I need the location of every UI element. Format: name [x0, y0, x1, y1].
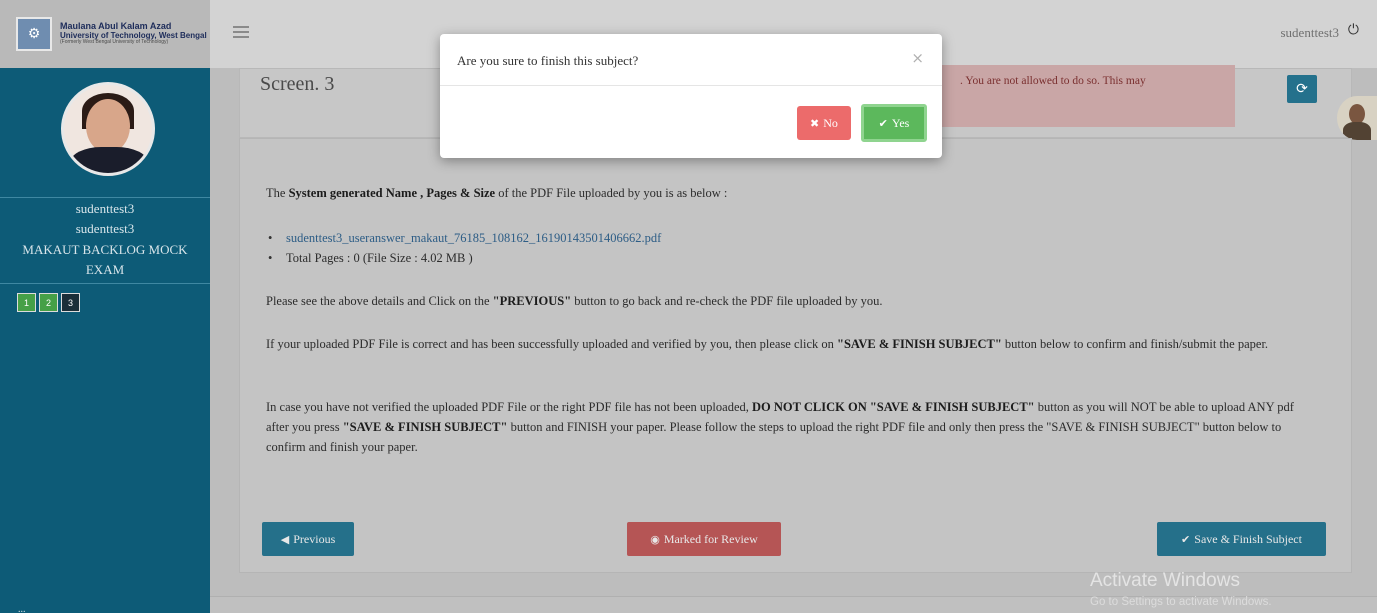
list-item: sudenttest3_useranswer_makaut_76185_1081… [266, 228, 1306, 248]
para3-bold: DO NOT CLICK ON "SAVE & FINISH SUBJECT" [752, 400, 1035, 414]
avatar [61, 82, 155, 176]
power-icon[interactable]: ⏻ [1348, 22, 1359, 38]
university-emblem-icon: ⚙ [16, 17, 52, 51]
refresh-button[interactable]: ⟳ [1287, 75, 1317, 103]
para1-text-end: button to go back and re-check the PDF f… [571, 294, 883, 308]
modal-title: Are you sure to finish this subject? [457, 53, 639, 68]
para3-bold-2: "SAVE & FINISH SUBJECT" [342, 420, 508, 434]
logo-text: Maulana Abul Kalam Azad University of Te… [60, 21, 207, 46]
x-icon: ✖ [810, 116, 820, 130]
list-item: Total Pages : 0 (File Size : 4.02 MB ) [266, 248, 1306, 268]
page-button-2[interactable]: 2 [39, 293, 58, 312]
windows-activation-title: Activate Windows [1090, 570, 1240, 591]
checkmark-icon: ✔ [878, 116, 888, 130]
logo-line-3: (Formerly West Bengal University of Tech… [60, 39, 169, 46]
previous-label: Previous [293, 531, 336, 546]
close-icon[interactable]: × [911, 49, 924, 67]
modal-header: Are you sure to finish this subject? × [440, 34, 942, 86]
screen-title: Screen. 3 [260, 73, 335, 95]
para2-text: If your uploaded PDF File is correct and… [266, 337, 838, 351]
warning-text: . You are not allowed to do so. This may [960, 75, 1146, 87]
student-name: sudenttest3 [75, 201, 135, 216]
instruction-paragraph-1: Please see the above details and Click o… [266, 291, 1306, 311]
divider [0, 197, 210, 198]
university-logo: ⚙ Maulana Abul Kalam Azad University of … [0, 0, 210, 68]
intro-suffix: of the PDF File uploaded by you is as be… [495, 186, 728, 200]
student-id: sudenttest3 [75, 221, 135, 236]
page-button-3[interactable]: 3 [61, 293, 80, 312]
content-panel: The System generated Name , Pages & Size… [239, 138, 1352, 573]
divider [0, 283, 210, 284]
arrow-left-circle-icon: ◀ [280, 532, 290, 546]
yes-button[interactable]: ✔ Yes [861, 104, 927, 142]
exam-name-line2: EXAM [85, 262, 125, 277]
no-button[interactable]: ✖ No [797, 106, 851, 140]
mark-review-label: Marked for Review [663, 531, 758, 546]
windows-activation-subtitle: Go to Settings to activate Windows. [1090, 596, 1272, 608]
page-button-1[interactable]: 1 [17, 293, 36, 312]
hamburger-icon[interactable] [233, 26, 249, 38]
eye-icon: ◉ [650, 532, 660, 546]
intro-prefix: The [266, 186, 289, 200]
pdf-file-link[interactable]: sudenttest3_useranswer_makaut_76185_1081… [286, 231, 661, 245]
refresh-icon: ⟳ [1296, 81, 1308, 97]
para2-bold: "SAVE & FINISH SUBJECT" [837, 337, 1002, 351]
para1-bold: "PREVIOUS" [492, 294, 572, 308]
instruction-paragraph-3: In case you have not verified the upload… [266, 397, 1306, 457]
instruction-paragraph-2: If your uploaded PDF File is correct and… [266, 334, 1306, 354]
para2-text-end: button below to confirm and finish/submi… [1001, 337, 1269, 351]
previous-button[interactable]: ◀ Previous [262, 522, 354, 556]
header-username: sudenttest3 [1280, 25, 1340, 40]
marked-for-review-button[interactable]: ◉ Marked for Review [627, 522, 781, 556]
confirm-finish-modal: Are you sure to finish this subject? × ✖… [440, 34, 942, 158]
check-circle-icon: ✔ [1181, 532, 1191, 546]
yes-label: Yes [891, 115, 910, 130]
no-label: No [823, 115, 838, 130]
sidebar-footer-text: ... [18, 604, 26, 613]
warning-alert: . You are not allowed to do so. This may [940, 65, 1235, 127]
exam-name-line1: MAKAUT BACKLOG MOCK [22, 242, 188, 257]
webcam-preview [1337, 96, 1377, 140]
para3-text: In case you have not verified the upload… [266, 400, 753, 414]
sidebar: sudenttest3 sudenttest3 MAKAUT BACKLOG M… [0, 68, 210, 613]
total-pages: Total Pages : 0 (File Size : 4.02 MB ) [286, 251, 473, 265]
save-finish-label: Save & Finish Subject [1194, 531, 1302, 546]
para1-text: Please see the above details and Click o… [266, 294, 493, 308]
save-finish-subject-button[interactable]: ✔ Save & Finish Subject [1157, 522, 1326, 556]
page-navigator: 1 2 3 [17, 293, 80, 312]
intro-text: The System generated Name , Pages & Size… [266, 183, 1306, 203]
file-details-list: sudenttest3_useranswer_makaut_76185_1081… [266, 228, 1306, 268]
intro-bold: System generated Name , Pages & Size [288, 186, 496, 200]
